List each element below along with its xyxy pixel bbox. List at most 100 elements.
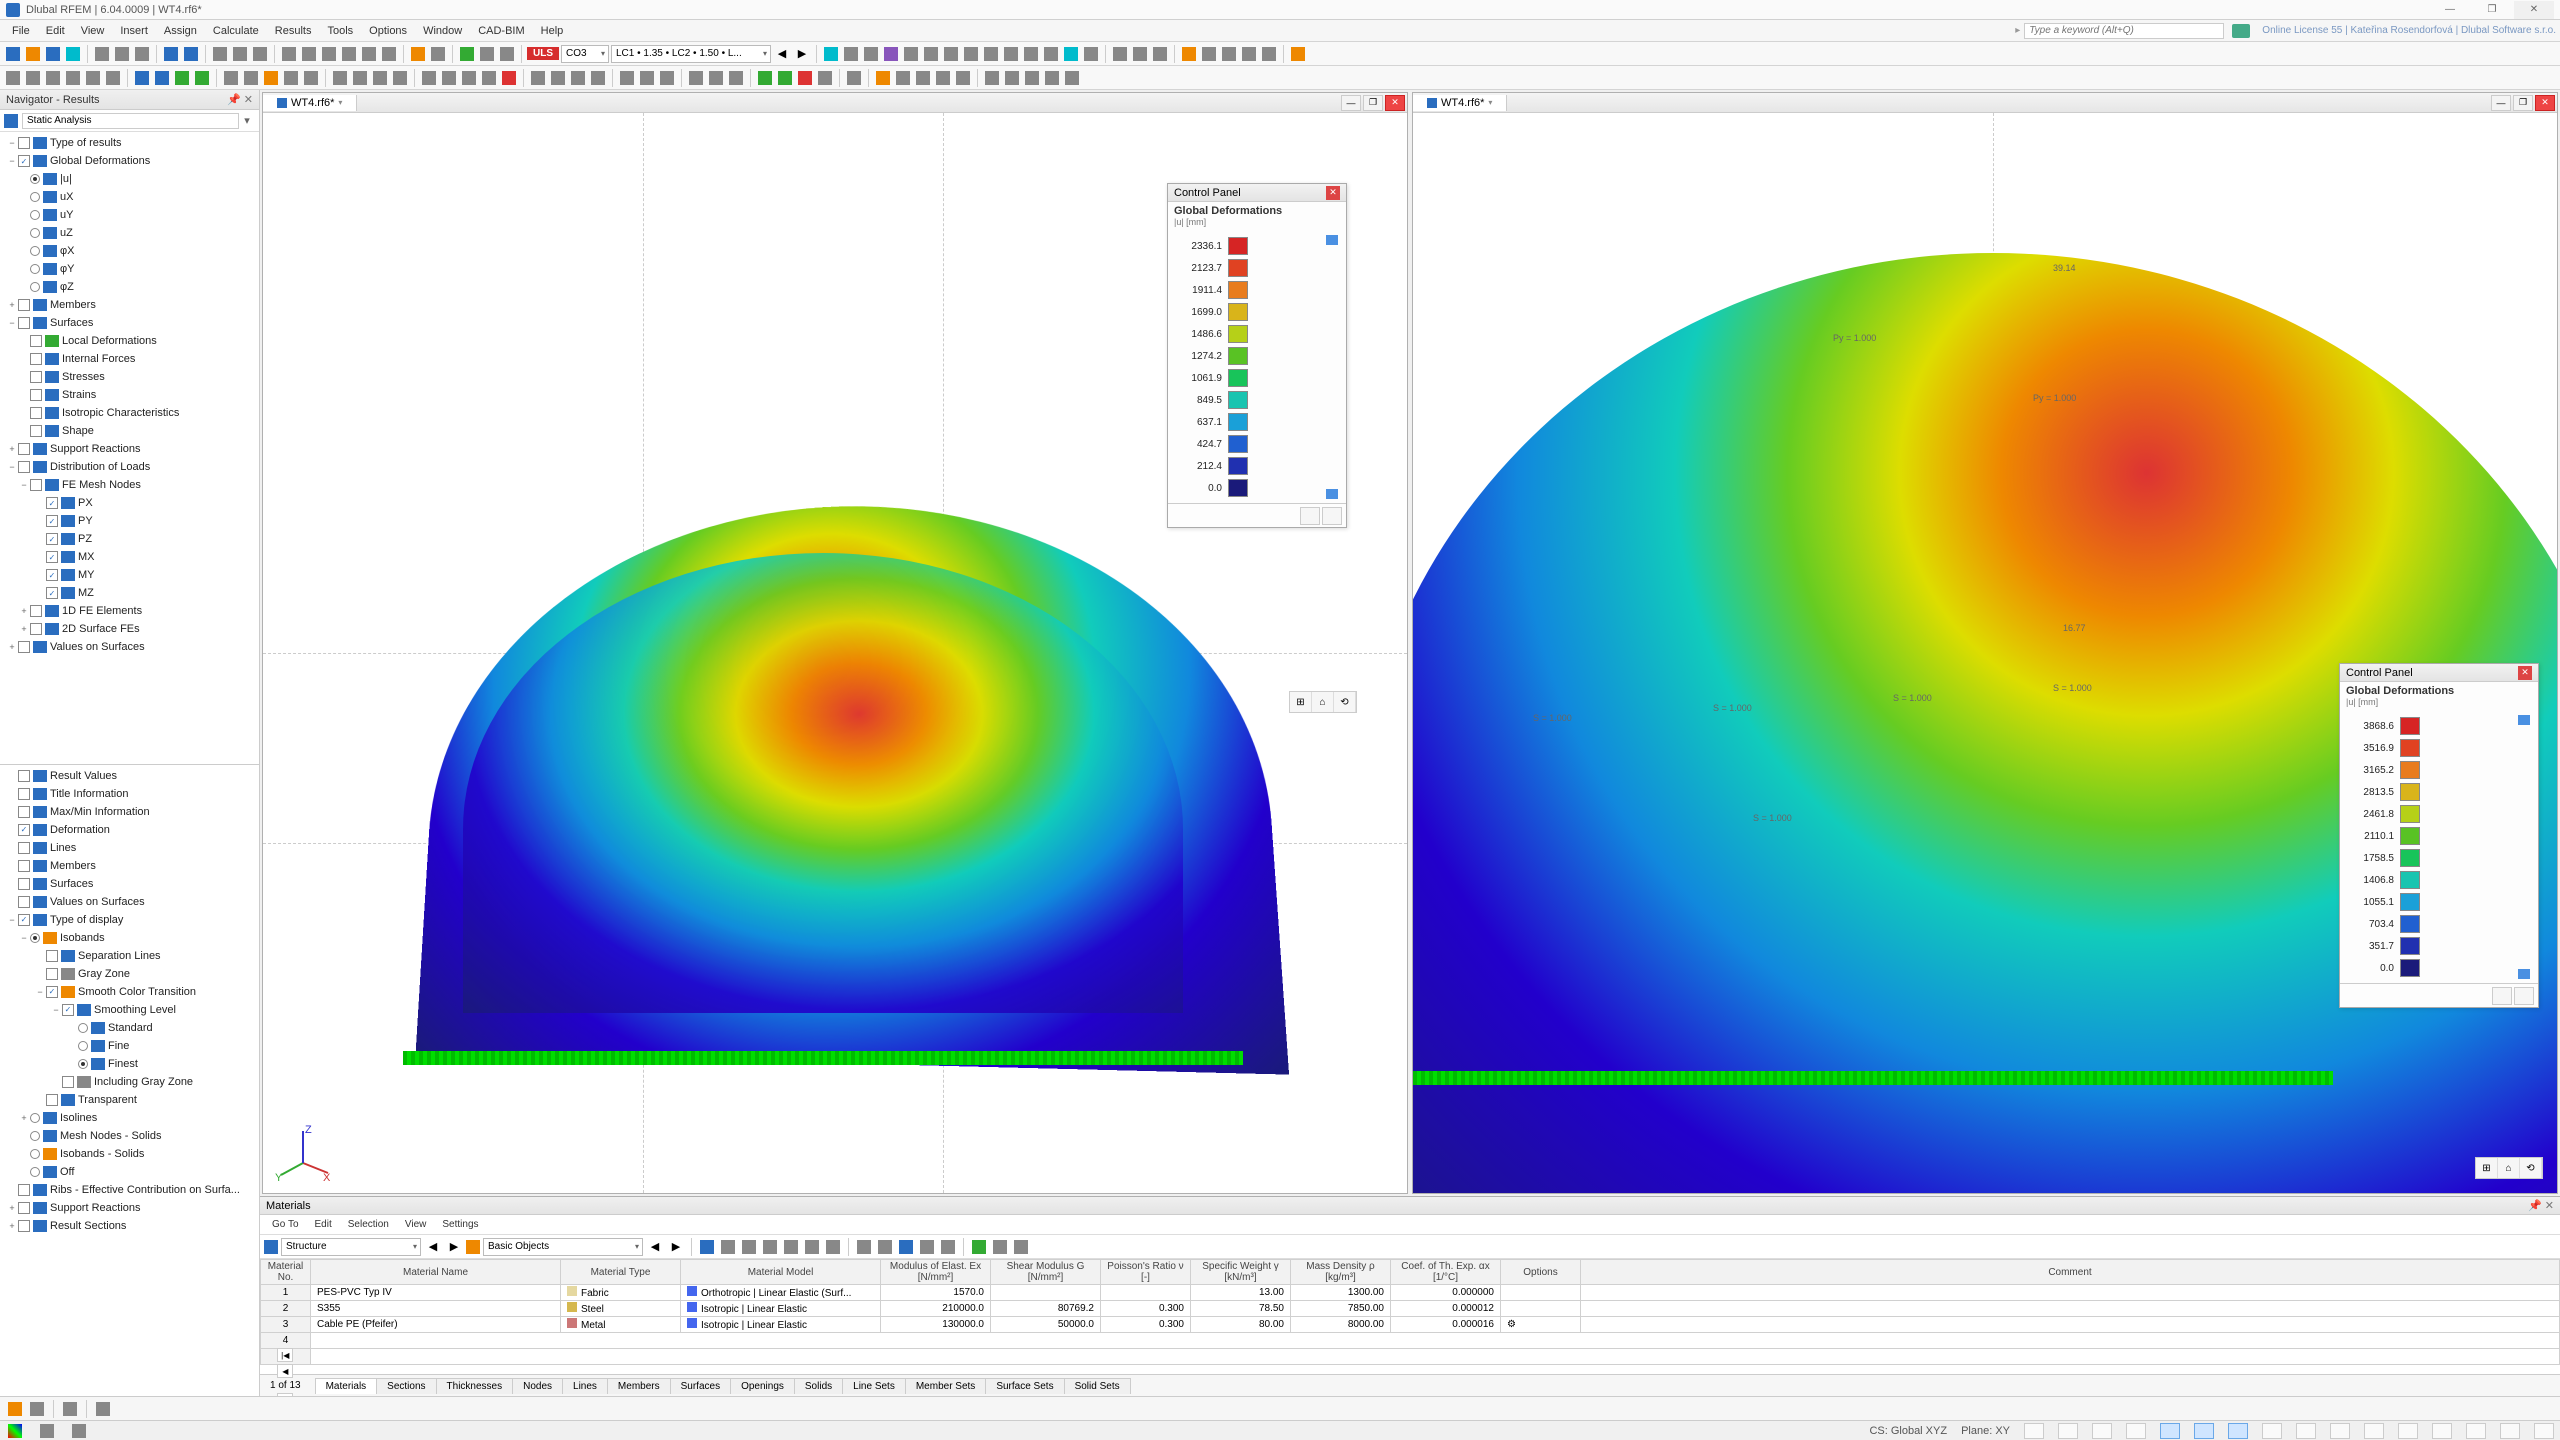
mt-g[interactable] (782, 1238, 800, 1256)
menu-edit[interactable]: Edit (38, 23, 73, 39)
cut-button[interactable] (211, 45, 229, 63)
tree-item[interactable]: ✓MZ (0, 584, 259, 602)
tree-item[interactable]: +Support Reactions (0, 440, 259, 458)
tb2-r[interactable] (371, 69, 389, 87)
load-prev-button[interactable] (478, 45, 496, 63)
tb2-i[interactable] (173, 69, 191, 87)
view-3-button[interactable] (320, 45, 338, 63)
tb2-ee[interactable] (658, 69, 676, 87)
save-button[interactable] (44, 45, 62, 63)
mt-p[interactable] (991, 1238, 1009, 1256)
new-file-button[interactable] (4, 45, 22, 63)
menu-options[interactable]: Options (361, 23, 415, 39)
paste-button[interactable] (251, 45, 269, 63)
tree-item[interactable]: Local Deformations (0, 332, 259, 350)
tb2-dd[interactable] (638, 69, 656, 87)
tree-item[interactable]: Off (0, 1163, 259, 1181)
tb2-ff[interactable] (687, 69, 705, 87)
tree-item[interactable]: +Result Sections (0, 1217, 259, 1235)
tree-item[interactable]: φX (0, 242, 259, 260)
mt-h[interactable] (803, 1238, 821, 1256)
tb2-uu[interactable] (1023, 69, 1041, 87)
tb2-pp[interactable] (914, 69, 932, 87)
tree-item[interactable]: Finest (0, 1055, 259, 1073)
viewport-right-tab[interactable]: WT4.rf6* ▾ (1413, 95, 1507, 111)
materials-close-icon[interactable]: ✕ (2545, 1199, 2554, 1212)
tree-item[interactable]: Separation Lines (0, 947, 259, 965)
tb2-aa[interactable] (569, 69, 587, 87)
grid-button[interactable] (429, 45, 447, 63)
vp-left-close[interactable]: ✕ (1385, 95, 1405, 111)
sb-12[interactable] (2398, 1423, 2418, 1439)
menu-assign[interactable]: Assign (156, 23, 205, 39)
tab-line-sets[interactable]: Line Sets (842, 1378, 906, 1394)
combo-dropdown-icon[interactable]: ▾ (239, 114, 255, 127)
axes-button[interactable] (409, 45, 427, 63)
view-5-button[interactable] (360, 45, 378, 63)
tab-solid-sets[interactable]: Solid Sets (1064, 1378, 1131, 1394)
sb-14[interactable] (2466, 1423, 2486, 1439)
tb-d[interactable] (902, 45, 920, 63)
view-4-button[interactable] (340, 45, 358, 63)
structure-combo[interactable]: Structure (281, 1238, 421, 1256)
menu-insert[interactable]: Insert (112, 23, 156, 39)
viewport-right-canvas[interactable]: 39.14 Py = 1.000 Py = 1.000 S = 1.000 S … (1413, 113, 2557, 1193)
menu-cad-bim[interactable]: CAD-BIM (470, 23, 532, 39)
tb-p[interactable] (1151, 45, 1169, 63)
mt-q[interactable] (1012, 1238, 1030, 1256)
tree-item[interactable]: ✓PX (0, 494, 259, 512)
mt-a[interactable]: ◀ (646, 1238, 664, 1256)
tree-item[interactable]: Gray Zone (0, 965, 259, 983)
mt-n[interactable] (939, 1238, 957, 1256)
tb2-y[interactable] (529, 69, 547, 87)
view-tool-2[interactable]: ⌂ (1312, 692, 1334, 712)
tree-item[interactable]: φY (0, 260, 259, 278)
view-2-button[interactable] (300, 45, 318, 63)
tb2-z[interactable] (549, 69, 567, 87)
tree-item[interactable]: −FE Mesh Nodes (0, 476, 259, 494)
mat-next[interactable]: ▶ (445, 1238, 463, 1256)
sb-axes[interactable] (70, 1422, 88, 1440)
category-combo[interactable]: Basic Objects (483, 1238, 643, 1256)
tree-item[interactable]: −Distribution of Loads (0, 458, 259, 476)
bt-d[interactable] (94, 1400, 112, 1418)
window-maximize[interactable]: ❐ (2472, 1, 2512, 19)
tree-item[interactable]: Surfaces (0, 875, 259, 893)
materials-menu-edit[interactable]: Edit (307, 1219, 340, 1230)
tb-c[interactable] (882, 45, 900, 63)
tree-item[interactable]: ✓Deformation (0, 821, 259, 839)
model-button[interactable] (64, 45, 82, 63)
tb2-cc[interactable] (618, 69, 636, 87)
tb2-gg[interactable] (707, 69, 725, 87)
menu-file[interactable]: File (4, 23, 38, 39)
tab-dropdown-icon[interactable]: ▾ (1488, 98, 1492, 107)
cp-btn-1[interactable] (2492, 987, 2512, 1005)
materials-menu-view[interactable]: View (397, 1219, 435, 1230)
mt-b[interactable]: ▶ (667, 1238, 685, 1256)
tree-item[interactable]: −✓Smoothing Level (0, 1001, 259, 1019)
tb2-u[interactable] (440, 69, 458, 87)
tb2-c[interactable] (44, 69, 62, 87)
tab-member-sets[interactable]: Member Sets (905, 1378, 986, 1394)
tree-item[interactable]: −Isobands (0, 929, 259, 947)
redo-button[interactable] (182, 45, 200, 63)
tb-j[interactable] (1022, 45, 1040, 63)
tab-surface-sets[interactable]: Surface Sets (985, 1378, 1064, 1394)
navigator-pin-icon[interactable]: 📌 (227, 93, 241, 106)
table-row[interactable]: 4 (261, 1333, 2560, 1349)
tb2-t[interactable] (420, 69, 438, 87)
mt-i[interactable] (824, 1238, 842, 1256)
tb-k[interactable] (1042, 45, 1060, 63)
table-row[interactable]: 2S355SteelIsotropic | Linear Elastic2100… (261, 1301, 2560, 1317)
mt-j[interactable] (855, 1238, 873, 1256)
tree-item[interactable]: −Type of results (0, 134, 259, 152)
tb2-ss[interactable] (983, 69, 1001, 87)
sb-10[interactable] (2330, 1423, 2350, 1439)
mt-d[interactable] (719, 1238, 737, 1256)
load-combination-combo[interactable]: LC1 • 1.35 • LC2 • 1.50 • L... (611, 45, 771, 63)
navigator-close-icon[interactable]: ✕ (244, 93, 253, 106)
vp-right-min[interactable]: — (2491, 95, 2511, 111)
cp-btn-1[interactable] (1300, 507, 1320, 525)
load-case-combo[interactable]: CO3 (561, 45, 609, 63)
view-tool-2[interactable]: ⌂ (2498, 1158, 2520, 1178)
